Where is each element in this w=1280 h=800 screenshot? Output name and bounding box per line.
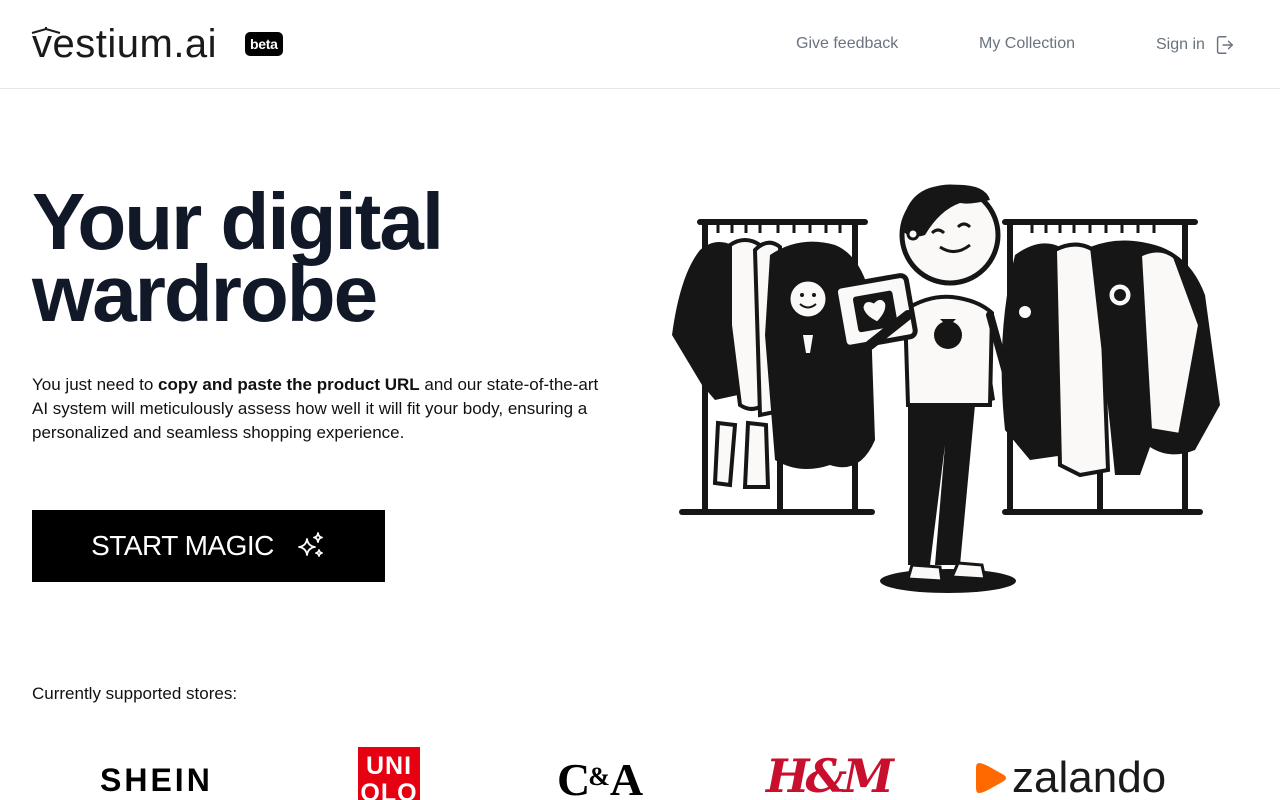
sparkles-icon (297, 532, 323, 557)
beta-badge: beta (245, 32, 283, 56)
hm-logo-text: H&M (766, 749, 894, 800)
start-magic-button[interactable]: START MAGIC (32, 510, 385, 582)
hero-description-intro: You just need to (32, 375, 159, 394)
hm-logo[interactable]: H&M (766, 749, 894, 800)
start-magic-label: START MAGIC (91, 530, 274, 561)
shein-logo-text: SHEIN (100, 762, 213, 798)
ca-logo-amp: & (588, 762, 610, 791)
sign-in-label: Sign in (1156, 36, 1205, 53)
sign-in-icon (1216, 36, 1233, 54)
top-navbar: vestium.ai beta Give feedback My Collect… (0, 0, 1280, 89)
zalando-play-icon (976, 763, 1006, 793)
uniqlo-logo-line2: QLO (360, 779, 418, 800)
ca-logo-c: C (557, 754, 590, 800)
hero-description-highlight: copy and paste the product URL (158, 375, 420, 394)
sign-in-link[interactable]: Sign in (1156, 34, 1235, 56)
zalando-logo-text: zalando (1012, 753, 1167, 800)
logo-text: vestium.ai (32, 22, 218, 66)
hero-description: You just need to copy and paste the prod… (32, 373, 612, 445)
wardrobe-illustration (672, 184, 1220, 593)
uniqlo-logo[interactable]: UNI QLO (358, 747, 420, 800)
vestium-logo[interactable]: vestium.ai (31, 22, 218, 66)
give-feedback-link[interactable]: Give feedback (796, 34, 898, 54)
uniqlo-logo-line1: UNI (365, 752, 413, 780)
my-collection-link[interactable]: My Collection (979, 34, 1075, 54)
shein-logo[interactable]: SHEIN (100, 762, 213, 799)
zalando-logo[interactable]: zalando (974, 756, 1166, 800)
c-and-a-logo[interactable]: C&A (557, 752, 643, 800)
hero-title: Your digital wardrobe (32, 177, 444, 338)
ca-logo-a: A (609, 754, 643, 800)
supported-stores-label: Currently supported stores: (32, 684, 238, 703)
